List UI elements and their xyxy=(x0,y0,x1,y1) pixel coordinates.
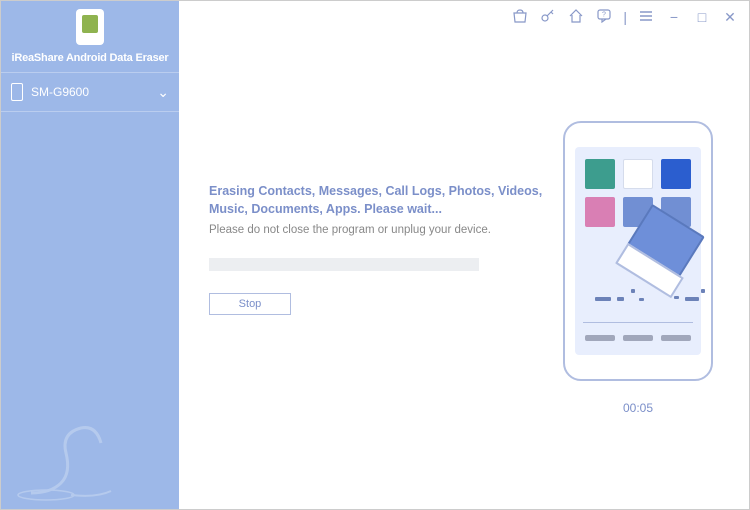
app-tile xyxy=(661,159,691,189)
status-heading: Erasing Contacts, Messages, Call Logs, P… xyxy=(209,183,569,218)
home-icon[interactable] xyxy=(567,9,585,26)
phone-illustration xyxy=(563,121,713,381)
minimize-button[interactable]: − xyxy=(665,9,683,25)
progress-bar xyxy=(209,258,479,271)
key-icon[interactable] xyxy=(539,9,557,26)
app-tile xyxy=(585,159,615,189)
stop-button[interactable]: Stop xyxy=(209,293,291,315)
menu-icon[interactable] xyxy=(637,9,655,25)
elapsed-timer: 00:05 xyxy=(563,401,713,415)
app-title: iReaShare Android Data Eraser xyxy=(1,50,179,72)
store-icon[interactable] xyxy=(511,9,529,26)
sidebar: iReaShare Android Data Eraser SM-G9600 ⌄ xyxy=(1,1,179,509)
sidebar-decoration-icon xyxy=(11,403,151,503)
eraser-icon xyxy=(601,217,699,295)
app-tile xyxy=(623,159,653,189)
app-window: iReaShare Android Data Eraser SM-G9600 ⌄ xyxy=(0,0,750,510)
app-logo-icon xyxy=(76,9,104,45)
close-button[interactable]: ✕ xyxy=(721,9,739,26)
svg-text:?: ? xyxy=(602,11,606,18)
app-tile xyxy=(585,335,615,341)
window-title-bar: ? | − □ ✕ xyxy=(179,1,749,33)
app-tile xyxy=(661,335,691,341)
phone-icon xyxy=(11,83,23,101)
logo-block: iReaShare Android Data Eraser xyxy=(1,1,179,72)
device-selector[interactable]: SM-G9600 ⌄ xyxy=(1,72,179,112)
device-name: SM-G9600 xyxy=(31,85,89,99)
app-tile xyxy=(623,335,653,341)
titlebar-separator: | xyxy=(623,9,627,25)
main-panel: ? | − □ ✕ Erasing Contacts, Messages, Ca… xyxy=(179,1,749,509)
chevron-down-icon: ⌄ xyxy=(157,84,169,101)
feedback-icon[interactable]: ? xyxy=(595,9,613,26)
maximize-button[interactable]: □ xyxy=(693,9,711,25)
